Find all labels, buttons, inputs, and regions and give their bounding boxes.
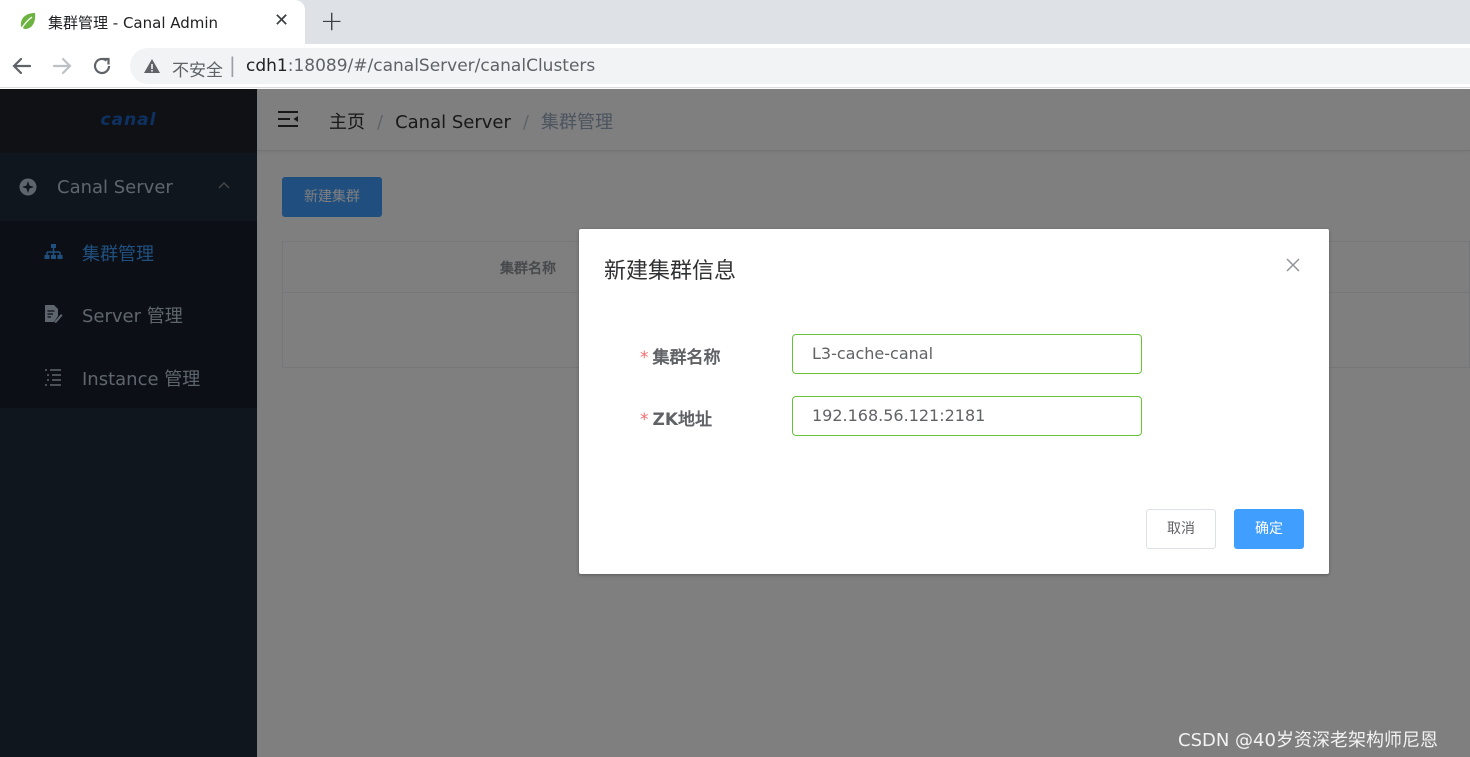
zk-address-input[interactable]: 192.168.56.121:2181 bbox=[792, 396, 1142, 436]
dialog-title: 新建集群信息 bbox=[604, 259, 737, 284]
required-mark: * bbox=[640, 348, 649, 368]
address-separator: | bbox=[229, 53, 236, 77]
field-label: ZK地址 bbox=[652, 410, 713, 430]
url-host: cdh1 bbox=[246, 56, 288, 76]
cluster-name-input[interactable]: L3-cache-canal bbox=[792, 334, 1142, 374]
address-bar[interactable]: 不安全 | cdh1:18089/#/canalServer/canalClus… bbox=[130, 48, 1470, 84]
reload-icon[interactable] bbox=[89, 53, 115, 79]
tab-title: 集群管理 - Canal Admin bbox=[48, 14, 219, 32]
forward-arrow-icon[interactable] bbox=[49, 53, 75, 79]
url-text: cdh1:18089/#/canalServer/canalClusters bbox=[246, 56, 595, 76]
close-icon[interactable] bbox=[1285, 257, 1301, 273]
cancel-button[interactable]: 取消 bbox=[1146, 509, 1216, 549]
warning-icon bbox=[144, 59, 160, 73]
new-tab-icon[interactable]: + bbox=[320, 6, 343, 36]
browser-tab[interactable]: 集群管理 - Canal Admin ✕ bbox=[0, 0, 305, 44]
tab-close-icon[interactable]: ✕ bbox=[274, 10, 289, 32]
browser-tab-bar: 集群管理 - Canal Admin ✕ + bbox=[0, 0, 1470, 44]
browser-toolbar: 不安全 | cdh1:18089/#/canalServer/canalClus… bbox=[0, 44, 1470, 88]
field-label: 集群名称 bbox=[652, 348, 721, 368]
url-path: :18089/#/canalServer/canalClusters bbox=[287, 56, 596, 76]
csdn-watermark: CSDN @40岁资深老架构师尼恩 bbox=[1178, 730, 1438, 751]
back-arrow-icon[interactable] bbox=[9, 53, 35, 79]
insecure-label: 不安全 bbox=[172, 61, 223, 81]
confirm-button[interactable]: 确定 bbox=[1234, 509, 1304, 549]
required-mark: * bbox=[640, 410, 649, 430]
spring-leaf-icon bbox=[20, 13, 36, 29]
new-cluster-dialog: 新建集群信息 * 集群名称 L3-cache-canal * ZK地址 192.16… bbox=[579, 229, 1329, 574]
zk-address-label: * ZK地址 bbox=[640, 405, 712, 430]
cluster-name-label: * 集群名称 bbox=[640, 343, 721, 368]
